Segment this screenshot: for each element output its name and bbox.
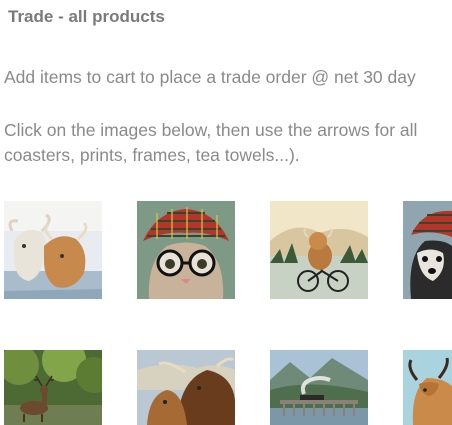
product-thumbnail-highland-cow-blue[interactable] xyxy=(403,350,452,425)
product-thumbnail-tartan-dog[interactable] xyxy=(403,201,452,299)
product-thumbnail-tartan-cat[interactable] xyxy=(137,201,235,299)
intro-text-order: Add items to cart to place a trade order… xyxy=(4,65,416,90)
intro-line-3: coasters, prints, frames, tea towels...)… xyxy=(4,145,300,165)
highland-cow-blue-image xyxy=(403,350,452,425)
tartan-cat-image xyxy=(137,201,235,299)
highland-cows-image xyxy=(4,201,102,299)
intro-line-2: Click on the images below, then use the … xyxy=(4,120,418,140)
product-thumbnail-cow-and-calf[interactable] xyxy=(137,350,235,425)
product-thumbnail-train-viaduct[interactable] xyxy=(270,350,368,425)
tartan-dog-image xyxy=(403,201,452,299)
intro-line-1: Add items to cart to place a trade order… xyxy=(4,67,416,87)
train-viaduct-image xyxy=(270,350,368,425)
product-thumbnail-highland-cows[interactable] xyxy=(4,201,102,299)
page-title: Trade - all products xyxy=(8,7,165,26)
intro-text-instructions: Click on the images below, then use the … xyxy=(4,118,417,168)
cow-on-bicycle-image xyxy=(270,201,368,299)
stag-image xyxy=(4,350,102,425)
product-thumbnail-cow-on-bicycle[interactable] xyxy=(270,201,368,299)
product-page: Trade - all products Add items to cart t… xyxy=(0,0,452,425)
product-thumbnail-stag[interactable] xyxy=(4,350,102,425)
cow-and-calf-image xyxy=(137,350,235,425)
